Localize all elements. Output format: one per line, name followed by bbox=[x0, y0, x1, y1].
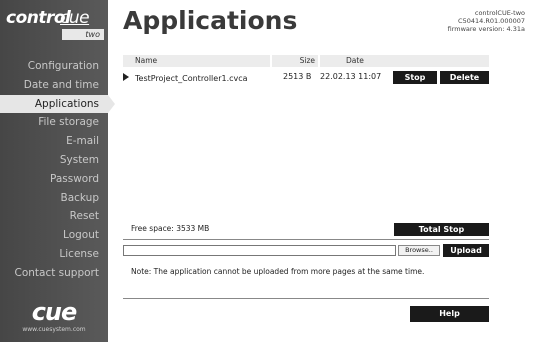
upload-button[interactable]: Upload bbox=[443, 244, 489, 257]
sidebar-item-applications[interactable]: Applications bbox=[0, 94, 115, 114]
device-info: controlCUE-two C50414.R01.000007 firmwar… bbox=[448, 9, 525, 33]
stop-button[interactable]: Stop bbox=[393, 71, 437, 84]
table-header: Name Size Date bbox=[123, 55, 489, 67]
total-stop-button[interactable]: Total Stop bbox=[394, 223, 489, 236]
table-row: TestProject_Controller1.cvca 2513 B 22.0… bbox=[123, 71, 489, 85]
logo-badge: two bbox=[62, 29, 104, 40]
sidebar-item-password[interactable]: Password bbox=[0, 170, 108, 189]
sidebar-item-file-storage[interactable]: File storage bbox=[0, 113, 108, 132]
controlcue-logo: control cue two bbox=[4, 8, 104, 44]
sidebar-item-configuration[interactable]: Configuration bbox=[0, 57, 108, 76]
file-path-input[interactable] bbox=[123, 245, 396, 256]
cue-brand-logo: cue www.cuesystem.com bbox=[0, 300, 108, 333]
sidebar-item-contact-support[interactable]: Contact support bbox=[0, 264, 108, 283]
brand-name: cue bbox=[31, 298, 78, 326]
sidebar: control cue two Configuration Date and t… bbox=[0, 0, 115, 342]
column-header-date: Date bbox=[320, 55, 489, 67]
free-space-label: Free space: 3533 MB bbox=[131, 224, 210, 233]
sidebar-item-backup[interactable]: Backup bbox=[0, 189, 108, 208]
logo-text-cue: cue bbox=[60, 8, 90, 28]
application-filename: TestProject_Controller1.cvca bbox=[135, 74, 248, 83]
divider bbox=[123, 298, 489, 299]
brand-url: www.cuesystem.com bbox=[22, 326, 86, 333]
divider bbox=[123, 239, 489, 240]
sidebar-item-system[interactable]: System bbox=[0, 151, 108, 170]
browse-button[interactable]: Browse.. bbox=[398, 245, 440, 256]
help-button[interactable]: Help bbox=[410, 306, 489, 322]
play-arrow-icon[interactable] bbox=[123, 73, 129, 81]
sidebar-nav: Configuration Date and time Applications… bbox=[0, 57, 115, 283]
sidebar-item-reset[interactable]: Reset bbox=[0, 207, 108, 226]
delete-button[interactable]: Delete bbox=[440, 71, 489, 84]
sidebar-item-email[interactable]: E-mail bbox=[0, 132, 108, 151]
sidebar-item-logout[interactable]: Logout bbox=[0, 226, 108, 245]
application-date: 22.02.13 11:07 bbox=[320, 72, 382, 81]
application-size: 2513 B bbox=[283, 72, 312, 81]
firmware-version: firmware version: 4.31a bbox=[447, 25, 525, 33]
sidebar-item-date-and-time[interactable]: Date and time bbox=[0, 76, 108, 95]
column-header-name: Name bbox=[123, 55, 270, 67]
column-header-size: Size bbox=[272, 55, 318, 67]
device-serial: C50414.R01.000007 bbox=[458, 17, 525, 25]
sidebar-item-license[interactable]: License bbox=[0, 245, 108, 264]
page-title: Applications bbox=[123, 6, 298, 35]
device-name: controlCUE-two bbox=[474, 9, 525, 17]
upload-note: Note: The application cannot be uploaded… bbox=[131, 267, 425, 276]
